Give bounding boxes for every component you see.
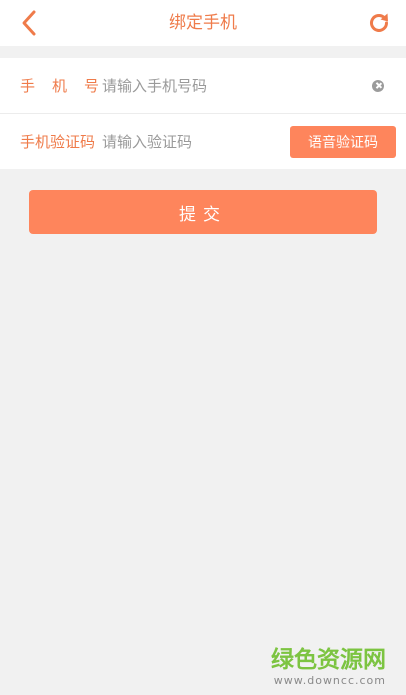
bind-phone-form: 手机号 手机验证码 语音验证码 [0, 58, 406, 169]
watermark: 绿色资源网 www.downcc.com [271, 647, 386, 687]
voice-code-button[interactable]: 语音验证码 [290, 125, 396, 158]
code-input[interactable] [102, 132, 282, 151]
code-label: 手机验证码 [20, 133, 96, 151]
submit-button[interactable]: 提交 [29, 190, 377, 234]
phone-row: 手机号 [0, 58, 406, 113]
clear-icon[interactable] [372, 79, 384, 92]
code-row: 手机验证码 语音验证码 [0, 113, 406, 169]
navigation-bar: 绑定手机 [0, 0, 406, 46]
watermark-site-name: 绿色资源网 [271, 647, 386, 673]
refresh-button[interactable] [364, 8, 394, 38]
refresh-icon [370, 13, 388, 32]
page-title: 绑定手机 [169, 13, 237, 33]
phone-input[interactable] [102, 76, 364, 95]
phone-label: 手机号 [20, 77, 117, 95]
watermark-url: www.downcc.com [273, 674, 386, 687]
